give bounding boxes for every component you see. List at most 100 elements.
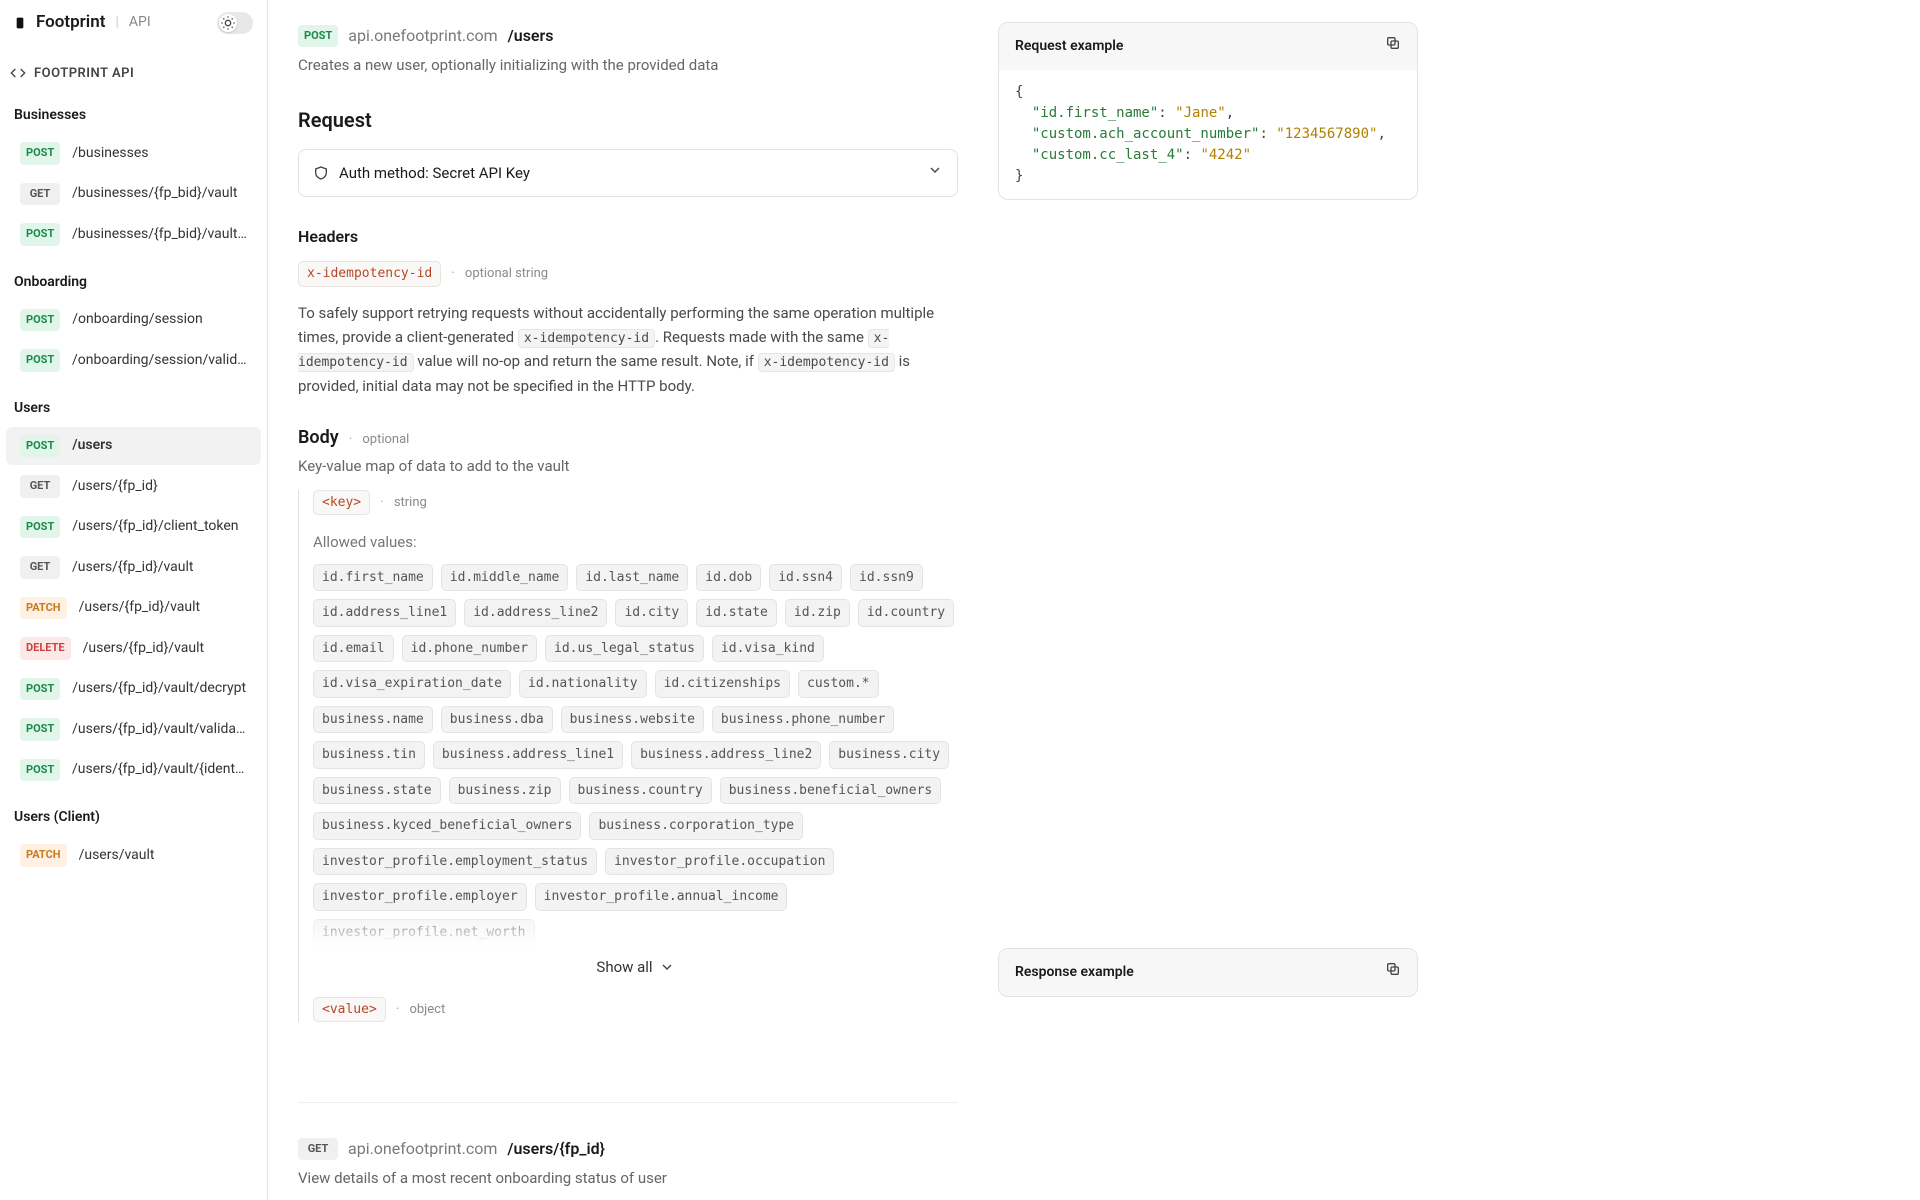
nav-item[interactable]: POST/users — [6, 427, 261, 466]
allowed-value-chip: id.visa_expiration_date — [313, 670, 511, 698]
allowed-value-chip: custom.* — [798, 670, 879, 698]
copy-button[interactable] — [1385, 35, 1401, 58]
copy-button[interactable] — [1385, 961, 1401, 984]
nav-title[interactable]: FOOTPRINT API — [0, 46, 267, 90]
endpoint-method-badge: POST — [298, 25, 338, 48]
method-badge: POST — [20, 759, 60, 782]
allowed-value-chip: investor_profile.net_worth — [313, 919, 535, 947]
code-icon — [10, 65, 26, 81]
copy-icon — [1385, 961, 1401, 977]
nav-item[interactable]: POST/users/{fp_id}/vault/{identifi... — [6, 751, 261, 790]
nav-item-path: /users/{fp_id} — [72, 476, 158, 497]
show-all-button[interactable]: Show all — [313, 956, 958, 979]
nav-item-path: /businesses/{fp_bid}/vault/... — [72, 224, 247, 245]
allowed-value-chip: id.middle_name — [441, 564, 569, 592]
shield-icon — [313, 165, 329, 181]
nav-section-label: Users (Client) — [0, 791, 267, 834]
nav-item[interactable]: DELETE/users/{fp_id}/vault — [6, 629, 261, 668]
allowed-value-chip: id.dob — [696, 564, 761, 592]
nav-item[interactable]: POST/users/{fp_id}/vault/decrypt — [6, 670, 261, 709]
body-key-block: <key> · string Allowed values: id.first_… — [298, 490, 958, 1023]
allowed-value-chip: id.first_name — [313, 564, 433, 592]
request-heading: Request — [298, 105, 958, 135]
method-badge: POST — [20, 349, 60, 372]
request-example-title: Request example — [1015, 36, 1123, 57]
allowed-value-chip: business.name — [313, 706, 433, 734]
allowed-value-chip: business.city — [829, 741, 949, 769]
header-param-meta: optional string — [465, 264, 548, 284]
nav-item-path: /users — [72, 435, 112, 456]
allowed-value-chip: id.address_line1 — [313, 599, 456, 627]
allowed-value-chip: id.city — [615, 599, 688, 627]
nav-item[interactable]: POST/businesses/{fp_bid}/vault/... — [6, 215, 261, 254]
nav-item-path: /users/{fp_id}/vault/validate — [72, 719, 247, 740]
nav-section-label: Users — [0, 382, 267, 425]
allowed-value-chip: id.visa_kind — [712, 635, 824, 663]
method-badge: POST — [20, 223, 60, 246]
allowed-value-chip: business.beneficial_owners — [720, 777, 942, 805]
headers-heading: Headers — [298, 225, 958, 249]
method-badge: GET — [20, 556, 60, 579]
nav-item[interactable]: PATCH/users/vault — [6, 836, 261, 875]
allowed-value-chip: id.state — [696, 599, 777, 627]
brand-api-label: API — [129, 12, 151, 33]
allowed-value-chip: id.citizenships — [655, 670, 790, 698]
nav-item-path: /users/{fp_id}/vault — [72, 557, 193, 578]
nav-item[interactable]: POST/users/{fp_id}/vault/validate — [6, 710, 261, 749]
method-badge: POST — [20, 142, 60, 165]
header-param-description: To safely support retrying requests with… — [298, 301, 958, 399]
endpoint2-host: api.onefootprint.com — [348, 1137, 497, 1161]
nav-item[interactable]: GET/businesses/{fp_bid}/vault — [6, 175, 261, 214]
nav-item-path: /onboarding/session — [72, 309, 202, 330]
endpoint2-path: /users/{fp_id} — [507, 1137, 605, 1161]
brand-separator: | — [115, 12, 118, 33]
nav-item[interactable]: POST/onboarding/session/validate — [6, 341, 261, 380]
nav-item-path: /onboarding/session/validate — [72, 350, 247, 371]
nav-item[interactable]: POST/onboarding/session — [6, 301, 261, 340]
brand-logo[interactable]: Footprint — [14, 10, 105, 36]
allowed-value-chip: investor_profile.employer — [313, 883, 527, 911]
nav-section-label: Businesses — [0, 89, 267, 132]
allowed-value-chip: business.phone_number — [712, 706, 894, 734]
response-example-title: Response example — [1015, 962, 1134, 983]
allowed-value-chip: id.zip — [785, 599, 850, 627]
allowed-value-chip: id.address_line2 — [464, 599, 607, 627]
method-badge: POST — [20, 435, 60, 458]
nav-item[interactable]: POST/users/{fp_id}/client_token — [6, 508, 261, 547]
allowed-value-chip: business.address_line2 — [631, 741, 821, 769]
method-badge: POST — [20, 678, 60, 701]
nav-item[interactable]: PATCH/users/{fp_id}/vault — [6, 589, 261, 628]
endpoint2-method-badge: GET — [298, 1138, 338, 1161]
body-meta: optional — [362, 430, 409, 450]
endpoint-description: Creates a new user, optionally initializ… — [298, 54, 958, 77]
method-badge: POST — [20, 718, 60, 741]
allowed-value-chip: business.dba — [441, 706, 553, 734]
allowed-value-chip: id.phone_number — [402, 635, 537, 663]
endpoint-header: POST api.onefootprint.com /users — [298, 24, 958, 48]
endpoint-2: GET api.onefootprint.com /users/{fp_id} … — [298, 1102, 958, 1190]
nav-item[interactable]: POST/businesses — [6, 134, 261, 173]
allowed-value-chip: id.email — [313, 635, 394, 663]
allowed-value-chip: business.tin — [313, 741, 425, 769]
nav-item[interactable]: GET/users/{fp_id}/vault — [6, 548, 261, 587]
chevron-down-icon — [659, 959, 675, 975]
copy-icon — [1385, 35, 1401, 51]
nav-item-path: /users/{fp_id}/vault/decrypt — [72, 678, 246, 699]
method-badge: POST — [20, 309, 60, 332]
body-key-meta: string — [394, 493, 427, 513]
nav-item-path: /users/{fp_id}/vault — [79, 597, 200, 618]
nav-item-path: /users/{fp_id}/vault — [83, 638, 204, 659]
aside-column: Request example { "id.first_name": "Jane… — [998, 18, 1418, 1100]
allowed-value-chip: business.website — [561, 706, 704, 734]
brand-name: Footprint — [36, 10, 105, 36]
allowed-value-chip: id.last_name — [576, 564, 688, 592]
auth-method-box[interactable]: Auth method: Secret API Key — [298, 149, 958, 198]
method-badge: POST — [20, 516, 60, 539]
nav-item[interactable]: GET/users/{fp_id} — [6, 467, 261, 506]
nav-section-label: Onboarding — [0, 256, 267, 299]
method-badge: GET — [20, 475, 60, 498]
theme-toggle[interactable] — [217, 12, 253, 34]
allowed-value-chip: investor_profile.annual_income — [535, 883, 788, 911]
nav-item-path: /users/{fp_id}/client_token — [72, 516, 238, 537]
nav-item-path: /users/vault — [79, 845, 155, 866]
